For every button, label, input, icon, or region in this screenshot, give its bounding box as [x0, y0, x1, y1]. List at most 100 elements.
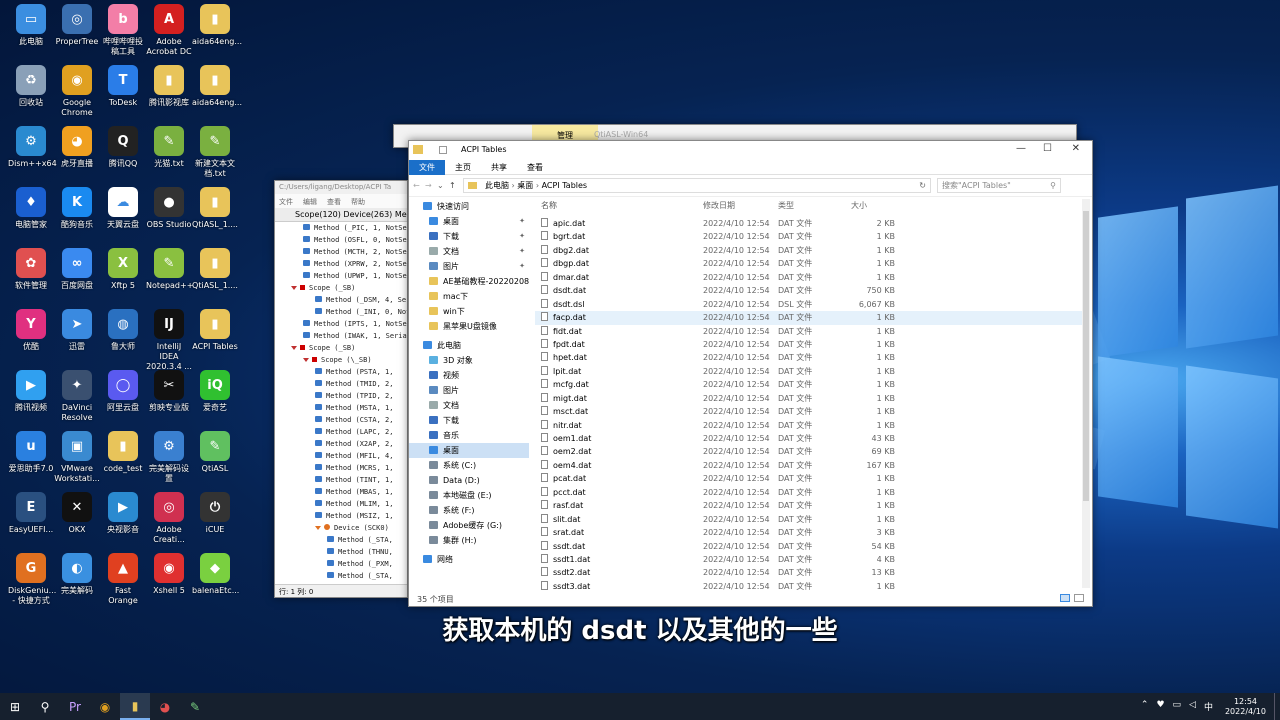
desktop-icon[interactable]: ▮ QtiASL_1.... — [192, 187, 238, 247]
taskbar-app-icon[interactable]: Pr — [60, 693, 90, 720]
column-type[interactable]: 类型 — [778, 199, 794, 213]
desktop-icon[interactable]: ▭ 此电脑 — [8, 4, 54, 64]
desktop-icon[interactable]: ● OBS Studio — [146, 187, 192, 247]
file-row[interactable]: ssdt.dat 2022/4/10 12:54 DAT 文件 54 KB — [535, 540, 1085, 553]
file-row[interactable]: nitr.dat 2022/4/10 12:54 DAT 文件 1 KB — [535, 419, 1085, 432]
nav-item[interactable]: 快速访问 — [409, 199, 529, 214]
file-row[interactable]: mcfg.dat 2022/4/10 12:54 DAT 文件 1 KB — [535, 378, 1085, 391]
tree-node[interactable]: Method (XPRW, 2, NotSer — [275, 260, 407, 272]
desktop-icon[interactable]: ✦ DaVinci Resolve — [54, 370, 100, 430]
desktop-icon[interactable]: ✎ QtiASL — [192, 431, 238, 491]
desktop-icon[interactable]: K 酷狗音乐 — [54, 187, 100, 247]
tree-node[interactable]: Method (MSIZ, 1, — [275, 512, 407, 524]
menu-item[interactable]: 文件 — [279, 198, 293, 206]
desktop-icon[interactable]: ◐ 完美解码 — [54, 553, 100, 613]
desktop-icon[interactable]: ▶ 央视影音 — [100, 492, 146, 552]
desktop-icon[interactable]: ◕ 虎牙直播 — [54, 126, 100, 186]
expand-arrow-icon[interactable] — [291, 346, 297, 350]
tree-node[interactable]: Method (_INI, 0, Not — [275, 308, 407, 320]
column-size[interactable]: 大小 — [851, 199, 895, 213]
tree-node[interactable]: Method (X2AP, 2, — [275, 440, 407, 452]
file-row[interactable]: msct.dat 2022/4/10 12:54 DAT 文件 1 KB — [535, 405, 1085, 418]
desktop-icon[interactable]: ✂ 剪映专业版 — [146, 370, 192, 430]
file-row[interactable]: fpdt.dat 2022/4/10 12:54 DAT 文件 1 KB — [535, 338, 1085, 351]
menu-item[interactable]: 查看 — [327, 198, 341, 206]
nav-item[interactable]: 文档 — [409, 398, 529, 413]
details-view-icon[interactable] — [1060, 594, 1070, 602]
tree-node[interactable]: Method (_DSM, 4, Ser — [275, 296, 407, 308]
column-name[interactable]: 名称 — [541, 199, 557, 213]
desktop-icon[interactable]: G DiskGeniu... - 快捷方式 — [8, 553, 56, 613]
desktop-icon[interactable]: ✎ Notepad++ — [146, 248, 193, 308]
file-row[interactable]: dsdt.dat 2022/4/10 12:54 DAT 文件 750 KB — [535, 284, 1085, 297]
desktop-icon[interactable]: ⚙ Dism++x64 — [8, 126, 57, 186]
file-row[interactable]: ssdt3.dat 2022/4/10 12:54 DAT 文件 1 KB — [535, 580, 1085, 592]
nav-item[interactable]: 文档 ✦ — [409, 244, 529, 259]
file-row[interactable]: rasf.dat 2022/4/10 12:54 DAT 文件 1 KB — [535, 499, 1085, 512]
desktop-icon[interactable]: X Xftp 5 — [100, 248, 146, 308]
desktop-icon[interactable]: ♦ 电脑管家 — [8, 187, 54, 247]
tree-node[interactable]: Method (TMID, 2, — [275, 380, 407, 392]
nav-item[interactable]: 此电脑 — [409, 338, 529, 353]
desktop-icon[interactable]: ◉ Google Chrome — [54, 65, 100, 125]
desktop-icon[interactable]: ▮ 腾讯影视库 — [146, 65, 192, 125]
tree-node[interactable]: Method (MSTA, 1, — [275, 404, 407, 416]
desktop-icon[interactable]: E EasyUEFI... — [8, 492, 54, 552]
tree-node[interactable]: Method (OSFL, 0, NotSer — [275, 236, 407, 248]
scrollbar-thumb[interactable] — [1083, 211, 1089, 501]
desktop-icon[interactable]: ◆ balenaEtc... — [192, 553, 239, 613]
nav-item[interactable]: 3D 对象 — [409, 353, 529, 368]
desktop-icon[interactable]: ☁ 天翼云盘 — [100, 187, 146, 247]
tray-icon[interactable]: ▭ — [1173, 700, 1182, 713]
tree-node[interactable]: Method (CSTA, 2, — [275, 416, 407, 428]
refresh-icon[interactable]: ↻ — [919, 179, 926, 192]
nav-item[interactable]: Data (D:) — [409, 473, 529, 488]
desktop-icon[interactable]: Q 腾讯QQ — [100, 126, 146, 186]
nav-item[interactable]: 图片 — [409, 383, 529, 398]
desktop-icon[interactable]: ♻ 回收站 — [8, 65, 54, 125]
desktop-icon[interactable]: ◎ ProperTree — [54, 4, 100, 64]
forward-icon[interactable]: → — [425, 181, 437, 190]
show-desktop-button[interactable] — [1274, 693, 1280, 720]
desktop-icon[interactable]: A Adobe Acrobat DC — [146, 4, 192, 64]
nav-item[interactable]: AE基础教程-20220208 — [409, 274, 529, 289]
file-row[interactable]: ssdt1.dat 2022/4/10 12:54 DAT 文件 4 KB — [535, 553, 1085, 566]
minimize-button[interactable]: — — [1016, 143, 1026, 154]
ribbon-tab[interactable]: 共享 — [481, 162, 517, 173]
desktop-icon[interactable]: ◯ 阿里云盘 — [100, 370, 146, 430]
file-row[interactable]: slit.dat 2022/4/10 12:54 DAT 文件 1 KB — [535, 513, 1085, 526]
tree-node[interactable]: Method (UPWP, 1, NotSer — [275, 272, 407, 284]
expand-arrow-icon[interactable] — [291, 286, 297, 290]
file-row[interactable]: lpit.dat 2022/4/10 12:54 DAT 文件 1 KB — [535, 365, 1085, 378]
file-row[interactable]: oem2.dat 2022/4/10 12:54 DAT 文件 69 KB — [535, 445, 1085, 458]
taskbar-app-icon[interactable]: ✎ — [180, 693, 210, 720]
desktop-icon[interactable]: b 哔哩哔哩投稿工具 — [100, 4, 146, 64]
tree-node[interactable]: Method (MCRS, 1, — [275, 464, 407, 476]
nav-item[interactable]: 本地磁盘 (E:) — [409, 488, 529, 503]
file-row[interactable]: oem1.dat 2022/4/10 12:54 DAT 文件 43 KB — [535, 432, 1085, 445]
up-icon[interactable]: ↑ — [449, 181, 463, 190]
tray-icon[interactable]: ♥ — [1156, 700, 1164, 713]
nav-item[interactable]: 网络 — [409, 552, 529, 567]
file-row[interactable]: hpet.dat 2022/4/10 12:54 DAT 文件 1 KB — [535, 351, 1085, 364]
desktop-icon[interactable]: ▮ ACPI Tables — [192, 309, 238, 369]
acpi-tree[interactable]: Method (_PIC, 1, NotSer Method (OSFL, 0, … — [275, 222, 407, 584]
tree-node[interactable]: Scope (_SB) — [275, 284, 407, 296]
column-date[interactable]: 修改日期 — [703, 199, 735, 213]
taskbar-app-icon[interactable]: ⊞ — [0, 693, 30, 720]
taskbar-app-icon[interactable]: ⚲ — [30, 693, 60, 720]
nav-item[interactable]: 图片 ✦ — [409, 259, 529, 274]
tree-node[interactable]: Method (MFIL, 4, — [275, 452, 407, 464]
breadcrumb-item[interactable]: ACPI Tables — [542, 181, 588, 190]
desktop-icon[interactable]: ⏻ iCUE — [192, 492, 238, 552]
tree-node[interactable]: Method (_PXM, — [275, 560, 407, 572]
menu-item[interactable]: 编辑 — [303, 198, 317, 206]
tray-icon[interactable]: ⌃ — [1141, 700, 1149, 713]
breadcrumb[interactable]: 此电脑 › 桌面 › ACPI Tables — [485, 179, 587, 192]
nav-item[interactable]: 黑苹果U盘镜像 — [409, 319, 529, 334]
file-row[interactable]: pcct.dat 2022/4/10 12:54 DAT 文件 1 KB — [535, 486, 1085, 499]
ribbon-tab[interactable]: 查看 — [517, 162, 553, 173]
file-row[interactable]: facp.dat 2022/4/10 12:54 DAT 文件 1 KB — [535, 311, 1085, 325]
desktop-icon[interactable]: iQ 爱奇艺 — [192, 370, 238, 430]
desktop-icon[interactable]: ◍ 鲁大师 — [100, 309, 146, 369]
